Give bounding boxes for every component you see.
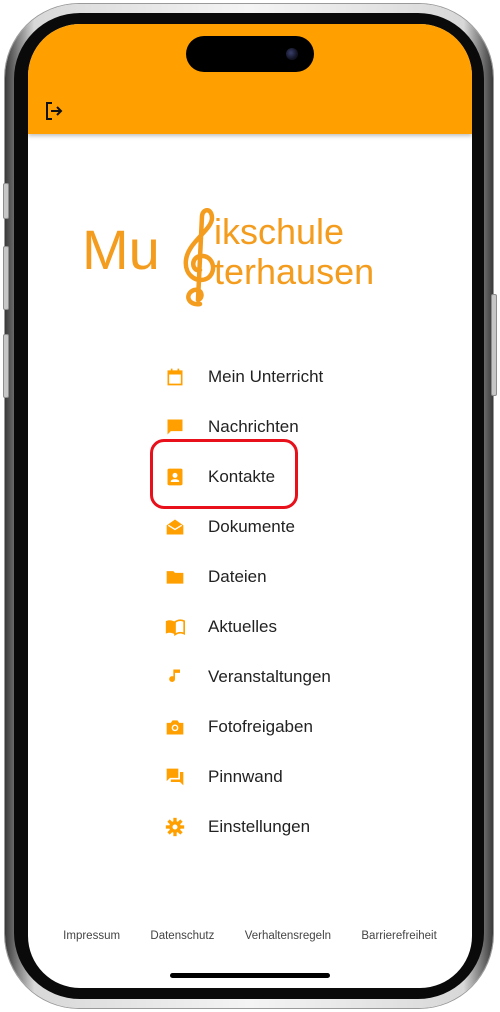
logout-button[interactable] bbox=[42, 99, 66, 123]
logo-text-line2: terhausen bbox=[214, 251, 375, 292]
menu-item-label: Veranstaltungen bbox=[208, 667, 331, 686]
dynamic-island bbox=[186, 36, 314, 72]
menu-item-dokumente[interactable]: Dokumente bbox=[156, 502, 456, 552]
calendar-icon bbox=[164, 366, 186, 388]
menu-item-aktuelles[interactable]: Aktuelles bbox=[156, 602, 456, 652]
book-open-icon bbox=[164, 616, 186, 638]
menu-item-veranstaltungen[interactable]: Veranstaltungen bbox=[156, 652, 456, 702]
menu-item-label: Dateien bbox=[208, 567, 267, 586]
envelope-open-icon bbox=[164, 516, 186, 538]
menu-item-label: Nachrichten bbox=[208, 417, 299, 436]
main-menu: Mein Unterricht Nachrichten Kontakte Dok… bbox=[156, 352, 456, 852]
logo-text-mu: Mu bbox=[82, 218, 160, 281]
menu-item-label: Pinnwand bbox=[208, 767, 283, 786]
menu-item-label: Mein Unterricht bbox=[208, 367, 324, 386]
footer-link-barrierefreiheit[interactable]: Barrierefreiheit bbox=[361, 930, 436, 942]
menu-item-pinnwand[interactable]: Pinnwand bbox=[156, 752, 456, 802]
chat-bubble-icon bbox=[164, 416, 186, 438]
menu-item-label: Aktuelles bbox=[208, 617, 277, 636]
app-screen: Mu ikschule terhausen Mein Unterricht Na… bbox=[28, 24, 472, 988]
logo-text-line1: ikschule bbox=[214, 211, 345, 252]
home-indicator[interactable] bbox=[170, 973, 330, 978]
volume-up-button bbox=[3, 246, 9, 310]
power-button bbox=[491, 294, 497, 396]
action-button bbox=[3, 183, 9, 219]
logout-icon bbox=[46, 102, 63, 120]
music-note-icon bbox=[164, 666, 186, 688]
footer-link-impressum[interactable]: Impressum bbox=[63, 930, 120, 942]
highlight-box-kontakte bbox=[150, 439, 298, 509]
menu-item-dateien[interactable]: Dateien bbox=[156, 552, 456, 602]
menu-item-fotofreigaben[interactable]: Fotofreigaben bbox=[156, 702, 456, 752]
music-school-logo: Mu ikschule terhausen bbox=[82, 204, 422, 314]
folder-icon bbox=[164, 566, 186, 588]
volume-down-button bbox=[3, 334, 9, 398]
menu-item-einstellungen[interactable]: Einstellungen bbox=[156, 802, 456, 852]
menu-item-label: Dokumente bbox=[208, 517, 295, 536]
footer-link-datenschutz[interactable]: Datenschutz bbox=[150, 930, 214, 942]
menu-item-label: Fotofreigaben bbox=[208, 717, 313, 736]
front-camera bbox=[286, 48, 298, 60]
gear-icon bbox=[164, 816, 186, 838]
menu-item-mein-unterricht[interactable]: Mein Unterricht bbox=[156, 352, 456, 402]
menu-item-label: Einstellungen bbox=[208, 817, 311, 836]
footer-link-verhaltensregeln[interactable]: Verhaltensregeln bbox=[245, 930, 331, 942]
forum-icon bbox=[164, 766, 186, 788]
footer-links: Impressum Datenschutz Verhaltensregeln B… bbox=[28, 930, 472, 942]
camera-icon bbox=[164, 716, 186, 738]
